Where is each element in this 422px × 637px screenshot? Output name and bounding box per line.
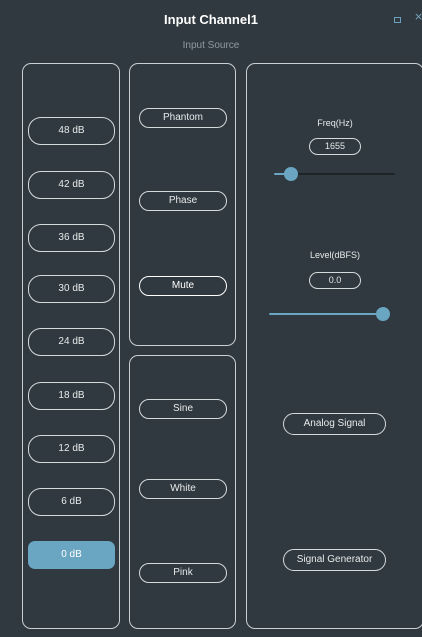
signal-generator-button[interactable]: Signal Generator: [283, 549, 386, 571]
level-label: Level(dBFS): [309, 250, 361, 260]
gain-button-48[interactable]: 48 dB: [28, 117, 115, 145]
gain-button-36[interactable]: 36 dB: [28, 224, 115, 252]
gain-button-30[interactable]: 30 dB: [28, 275, 115, 303]
minimize-icon[interactable]: [394, 17, 401, 23]
close-icon[interactable]: ×: [414, 11, 422, 22]
freq-label: Freq(Hz): [317, 118, 353, 128]
analog-signal-button[interactable]: Analog Signal: [283, 413, 386, 435]
window-title: Input Channel1: [164, 12, 258, 27]
gain-button-42[interactable]: 42 dB: [28, 171, 115, 199]
freq-slider[interactable]: [274, 167, 395, 181]
sine-button[interactable]: Sine: [139, 399, 227, 419]
gain-button-24[interactable]: 24 dB: [28, 328, 115, 356]
phase-button[interactable]: Phase: [139, 191, 227, 211]
input-source-label: Input Source: [182, 40, 240, 51]
level-slider[interactable]: [269, 307, 390, 321]
pink-noise-button[interactable]: Pink: [139, 563, 227, 583]
gain-button-6[interactable]: 6 dB: [28, 488, 115, 516]
level-value-field[interactable]: 0.0: [309, 272, 361, 289]
level-slider-handle[interactable]: [376, 307, 390, 321]
level-slider-fill: [269, 313, 383, 315]
gain-button-12[interactable]: 12 dB: [28, 435, 115, 463]
gain-button-0[interactable]: 0 dB: [28, 541, 115, 569]
freq-value-field[interactable]: 1655: [309, 138, 361, 155]
freq-slider-handle[interactable]: [283, 167, 298, 181]
white-noise-button[interactable]: White: [139, 479, 227, 499]
title-bar: Input Channel1 ×: [0, 0, 422, 38]
phantom-button[interactable]: Phantom: [139, 108, 227, 128]
gain-button-18[interactable]: 18 dB: [28, 382, 115, 410]
mute-button[interactable]: Mute: [139, 276, 227, 296]
